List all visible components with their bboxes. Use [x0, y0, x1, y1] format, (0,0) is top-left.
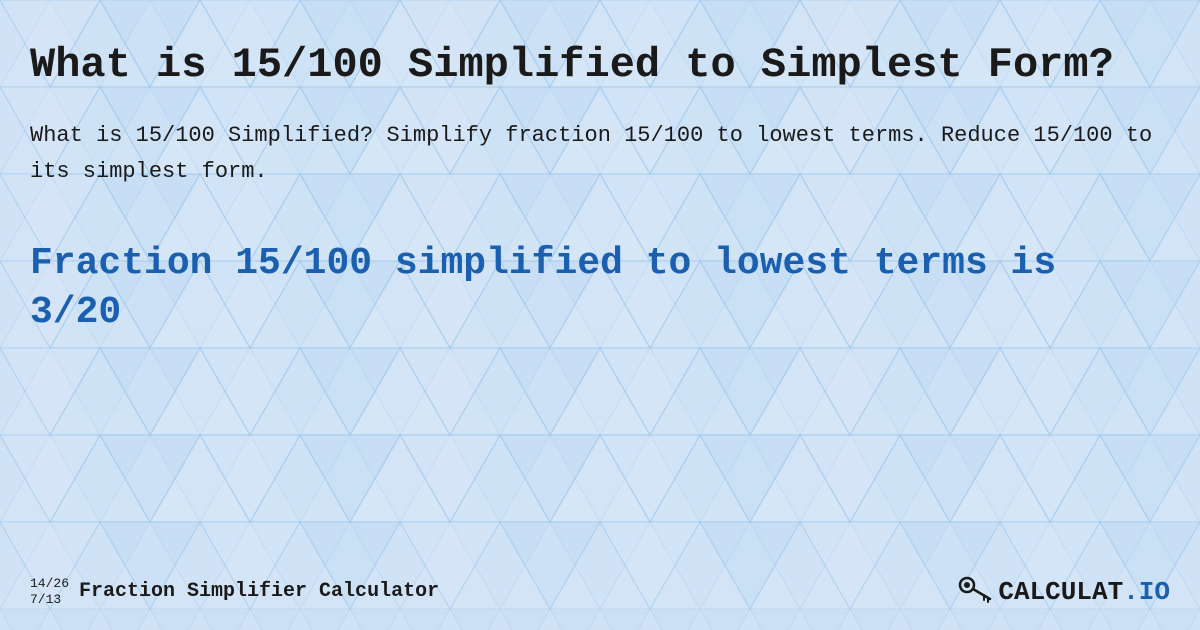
description-text: What is 15/100 Simplified? Simplify frac…: [30, 118, 1170, 188]
page-title: What is 15/100 Simplified to Simplest Fo…: [30, 40, 1170, 90]
key-icon: [956, 571, 992, 612]
fraction-display: 14/26 7/13: [30, 576, 69, 607]
result-section: Fraction 15/100 simplified to lowest ter…: [30, 239, 1170, 338]
footer-left: 14/26 7/13 Fraction Simplifier Calculato…: [30, 576, 439, 607]
fraction-top: 14/26: [30, 576, 69, 592]
calculat-text-main: CALCULAT.IO: [998, 577, 1170, 607]
footer-right: CALCULAT.IO: [956, 571, 1170, 612]
calculat-logo: CALCULAT.IO: [956, 571, 1170, 612]
calculat-word: CALCULAT: [998, 577, 1123, 607]
brand-label: Fraction Simplifier Calculator: [79, 580, 439, 603]
calculat-io: .IO: [1123, 577, 1170, 607]
footer: 14/26 7/13 Fraction Simplifier Calculato…: [30, 571, 1170, 612]
result-heading: Fraction 15/100 simplified to lowest ter…: [30, 239, 1170, 338]
fraction-bottom: 7/13: [30, 592, 69, 608]
